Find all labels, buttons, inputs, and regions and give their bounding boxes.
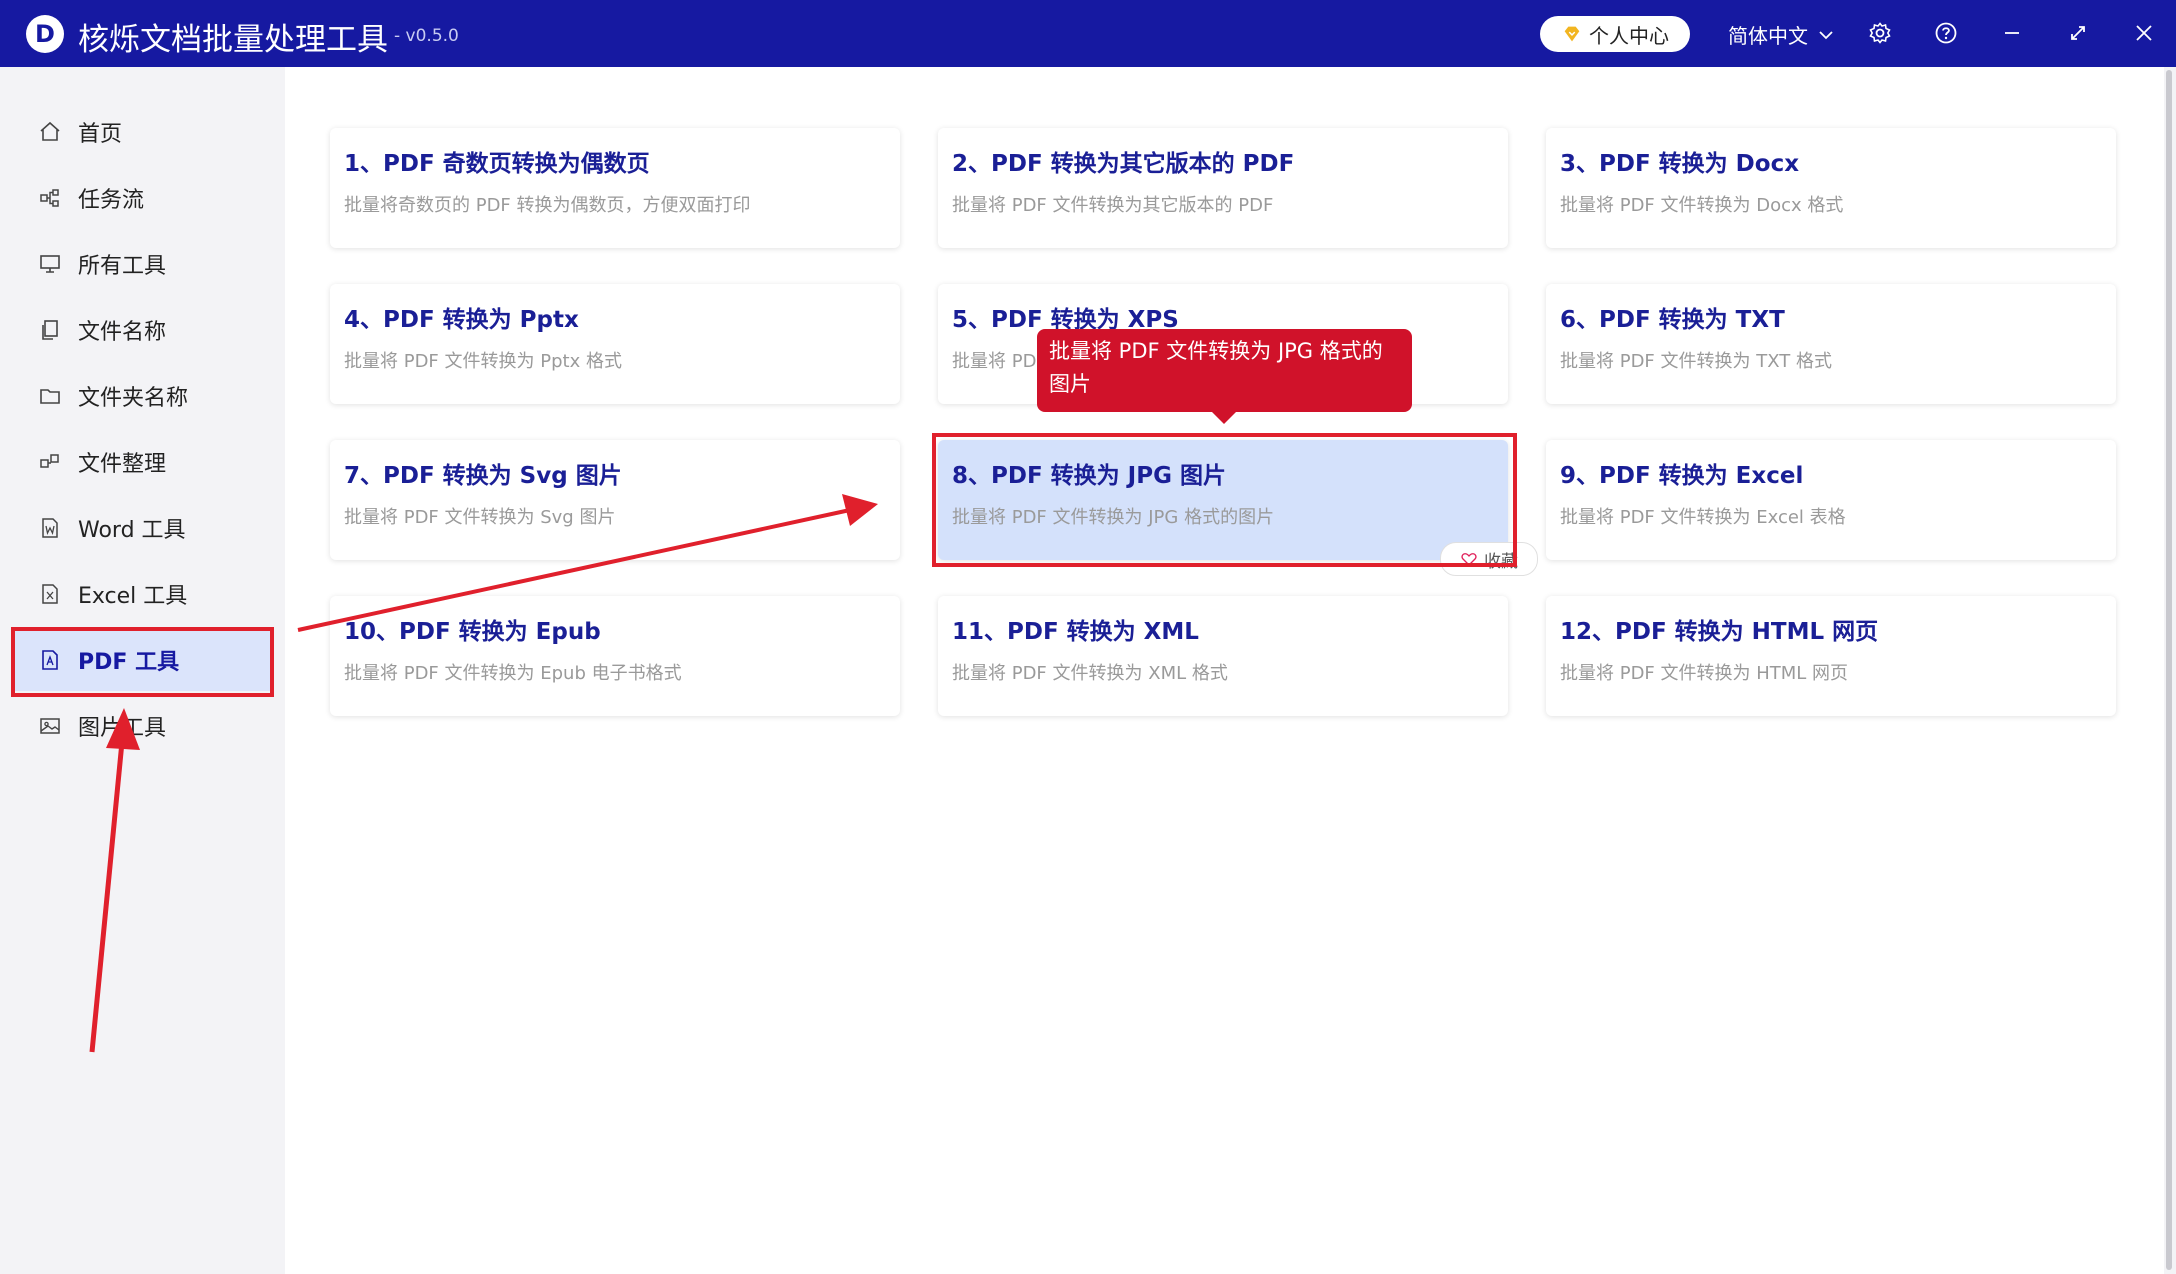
- annotation-highlight-sidebar: [11, 627, 274, 697]
- tool-title: 2、PDF 转换为其它版本的 PDF: [952, 151, 1295, 177]
- tool-description: 批量将 PDF 文件转换为 TXT 格式: [1560, 351, 1832, 372]
- tool-title: 3、PDF 转换为 Docx: [1560, 151, 1800, 177]
- tool-card[interactable]: 7、PDF 转换为 Svg 图片 批量将 PDF 文件转换为 Svg 图片: [330, 440, 900, 560]
- sidebar-item-word-tools[interactable]: Word 工具: [12, 497, 272, 559]
- tool-title: 9、PDF 转换为 Excel: [1560, 463, 1804, 489]
- tooltip: 批量将 PDF 文件转换为 JPG 格式的图片: [1037, 329, 1412, 424]
- sidebar-item-label: 图片工具: [78, 716, 167, 741]
- organize-icon: [36, 448, 64, 476]
- tool-description: 批量将 PDF 文件转换为 XML 格式: [952, 663, 1228, 684]
- tool-title: 12、PDF 转换为 HTML 网页: [1560, 619, 1879, 645]
- tool-card[interactable]: 3、PDF 转换为 Docx 批量将 PDF 文件转换为 Docx 格式: [1546, 128, 2116, 248]
- sidebar-item-label: Excel 工具: [78, 584, 188, 609]
- language-label: 简体中文: [1728, 24, 1808, 48]
- app-logo-icon: D: [26, 15, 64, 53]
- sidebar-item-all-tools[interactable]: 所有工具: [12, 233, 272, 295]
- sidebar-item-filename[interactable]: 文件名称: [12, 299, 272, 361]
- sidebar-item-workflow[interactable]: 任务流: [12, 167, 272, 229]
- file-copy-icon: [36, 316, 64, 344]
- word-file-icon: [36, 514, 64, 542]
- tool-card[interactable]: 4、PDF 转换为 Pptx 批量将 PDF 文件转换为 Pptx 格式: [330, 284, 900, 404]
- sidebar-item-label: 文件夹名称: [78, 386, 189, 411]
- sidebar-item-folder-name[interactable]: 文件夹名称: [12, 365, 272, 427]
- title-bar: D 核烁文档批量处理工具 - v0.5.0 个人中心 简体中文: [0, 0, 2176, 67]
- home-icon: [36, 118, 64, 146]
- language-select[interactable]: 简体中文: [1728, 20, 1834, 49]
- personal-center-label: 个人中心: [1589, 23, 1669, 48]
- tool-title: 4、PDF 转换为 Pptx: [344, 307, 579, 333]
- tool-card[interactable]: 6、PDF 转换为 TXT 批量将 PDF 文件转换为 TXT 格式: [1546, 284, 2116, 404]
- tool-title: 7、PDF 转换为 Svg 图片: [344, 463, 622, 489]
- main-panel: 1、PDF 奇数页转换为偶数页 批量将奇数页的 PDF 转换为偶数页，方便双面打…: [285, 84, 2161, 1260]
- app-title: 核烁文档批量处理工具: [78, 22, 388, 58]
- sidebar-item-image-tools[interactable]: 图片工具: [12, 695, 272, 757]
- sidebar-item-label: 文件整理: [78, 452, 167, 477]
- tool-description: 批量将 PDF 文件转换为其它版本的 PDF: [952, 195, 1274, 216]
- scrollbar-thumb[interactable]: [2166, 70, 2172, 1270]
- chevron-down-icon: [1819, 30, 1833, 39]
- sidebar-item-label: 任务流: [78, 188, 145, 213]
- sidebar-item-label: 首页: [78, 122, 123, 147]
- sidebar-item-label: 所有工具: [78, 254, 167, 279]
- tool-description: 批量将 PDF 文件转换为 Docx 格式: [1560, 195, 1844, 216]
- sidebar-item-label: Word 工具: [78, 518, 186, 543]
- image-icon: [36, 712, 64, 740]
- minimize-icon[interactable]: [1997, 18, 2027, 48]
- tool-description: 批量将 PDF 文件转换为 Svg 图片: [344, 507, 616, 528]
- excel-file-icon: [36, 580, 64, 608]
- sidebar-item-excel-tools[interactable]: Excel 工具: [12, 563, 272, 625]
- tool-title: 6、PDF 转换为 TXT: [1560, 307, 1785, 333]
- personal-center-button[interactable]: 个人中心: [1540, 16, 1690, 52]
- app-version: - v0.5.0: [394, 26, 459, 46]
- tool-title: 1、PDF 奇数页转换为偶数页: [344, 151, 650, 177]
- tool-card[interactable]: 11、PDF 转换为 XML 批量将 PDF 文件转换为 XML 格式: [938, 596, 1508, 716]
- close-icon[interactable]: [2129, 18, 2159, 48]
- tool-title: 10、PDF 转换为 Epub: [344, 619, 601, 645]
- tool-card[interactable]: 1、PDF 奇数页转换为偶数页 批量将奇数页的 PDF 转换为偶数页，方便双面打…: [330, 128, 900, 248]
- tool-card[interactable]: 9、PDF 转换为 Excel 批量将 PDF 文件转换为 Excel 表格: [1546, 440, 2116, 560]
- sidebar-item-home[interactable]: 首页: [12, 101, 272, 163]
- maximize-icon[interactable]: [2063, 18, 2093, 48]
- annotation-highlight-card: [932, 433, 1517, 567]
- tooltip-text: 批量将 PDF 文件转换为 JPG 格式的图片: [1049, 339, 1383, 396]
- tool-card[interactable]: 12、PDF 转换为 HTML 网页 批量将 PDF 文件转换为 HTML 网页: [1546, 596, 2116, 716]
- folder-icon: [36, 382, 64, 410]
- tool-title: 11、PDF 转换为 XML: [952, 619, 1199, 645]
- tool-description: 批量将 PDF 文件转换为 Excel 表格: [1560, 507, 1846, 528]
- help-icon[interactable]: [1931, 18, 1961, 48]
- workflow-icon: [36, 184, 64, 212]
- tool-description: 批量将奇数页的 PDF 转换为偶数页，方便双面打印: [344, 195, 751, 216]
- settings-gear-icon[interactable]: [1865, 18, 1895, 48]
- tool-description: 批量将 PDF 文件转换为 Pptx 格式: [344, 351, 622, 372]
- vip-diamond-icon: [1564, 26, 1580, 42]
- sidebar-item-label: 文件名称: [78, 320, 167, 345]
- tool-card[interactable]: 2、PDF 转换为其它版本的 PDF 批量将 PDF 文件转换为其它版本的 PD…: [938, 128, 1508, 248]
- tool-description: 批量将 PDF 文件转换为 HTML 网页: [1560, 663, 1849, 684]
- monitor-icon: [36, 250, 64, 278]
- sidebar-item-file-organize[interactable]: 文件整理: [12, 431, 272, 493]
- tool-description: 批量将 PDF 文件转换为 Epub 电子书格式: [344, 663, 682, 684]
- tool-card[interactable]: 10、PDF 转换为 Epub 批量将 PDF 文件转换为 Epub 电子书格式: [330, 596, 900, 716]
